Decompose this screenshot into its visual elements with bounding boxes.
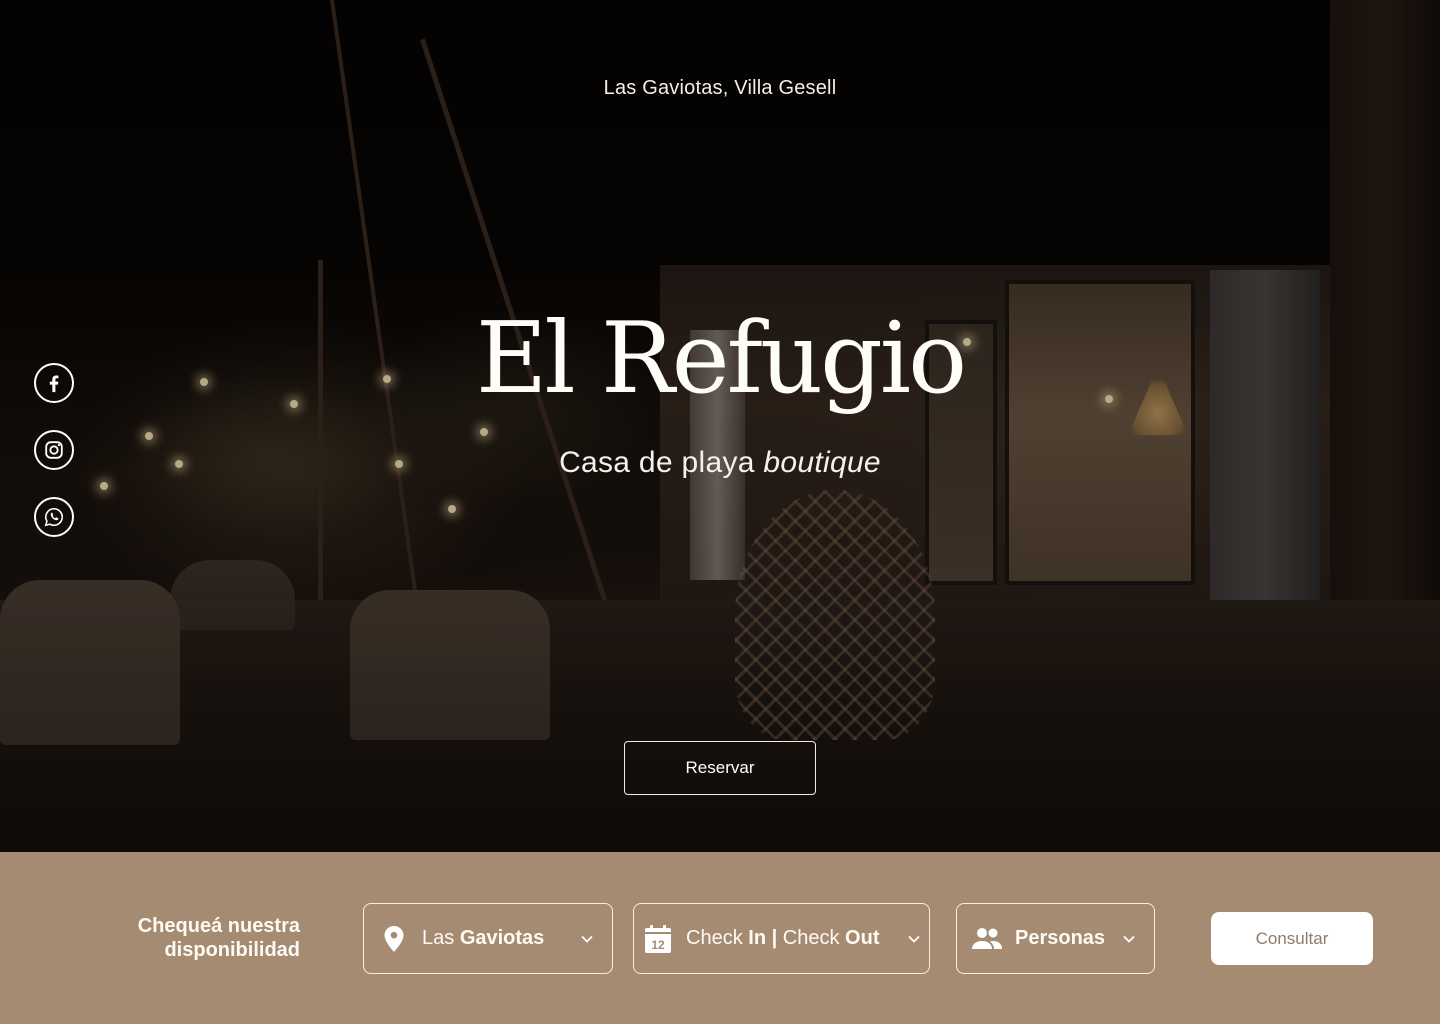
dates-select[interactable]: 12 Check In | Check Out [633, 903, 930, 974]
hero-dark-overlay [0, 0, 1440, 852]
calendar-icon: 12 [644, 924, 672, 954]
whatsapp-icon [44, 507, 63, 527]
map-pin-icon [382, 925, 406, 953]
people-icon [971, 927, 1003, 951]
page-title: El Refugio [475, 302, 967, 416]
check-in-label: In [748, 927, 767, 949]
guests-label: Personas [1015, 927, 1106, 949]
availability-label-line2: disponibilidad [164, 939, 300, 961]
guests-select[interactable]: Personas [956, 903, 1155, 974]
instagram-icon [45, 441, 63, 459]
facebook-link[interactable] [34, 363, 74, 403]
location-value: Gaviotas [459, 927, 545, 949]
hero-section: Las Gaviotas, Villa Gesell El Refugio Ca… [0, 0, 1440, 852]
location-text: Las Gaviotas, Villa Gesell [603, 77, 837, 99]
chevron-down-icon [1123, 935, 1135, 943]
booking-bar: Chequeá nuestra disponibilidad Las Gavio… [0, 852, 1440, 1024]
chevron-down-icon [908, 935, 920, 943]
dates-separator: | [771, 927, 778, 949]
chevron-down-icon [581, 935, 593, 943]
calendar-icon-day: 12 [651, 938, 665, 952]
subtitle-regular: Casa de playa [559, 446, 755, 479]
check-out-label: Out [845, 927, 880, 949]
instagram-link[interactable] [34, 430, 74, 470]
consult-button[interactable]: Consultar [1211, 912, 1373, 965]
whatsapp-link[interactable] [34, 497, 74, 537]
check-in-prefix: Check [686, 927, 743, 949]
location-select[interactable]: Las Gaviotas [363, 903, 613, 974]
subtitle-italic: boutique [763, 446, 881, 479]
social-links [34, 363, 74, 537]
availability-label-line1: Chequeá nuestra [137, 915, 300, 937]
availability-label: Chequeá nuestra disponibilidad [138, 914, 300, 962]
location-prefix: Las [422, 927, 455, 949]
page-subtitle: Casa de playa boutique [0, 446, 1440, 480]
facebook-icon [49, 375, 59, 393]
check-out-prefix: Check [782, 927, 840, 949]
reserve-button[interactable]: Reservar [624, 741, 816, 795]
